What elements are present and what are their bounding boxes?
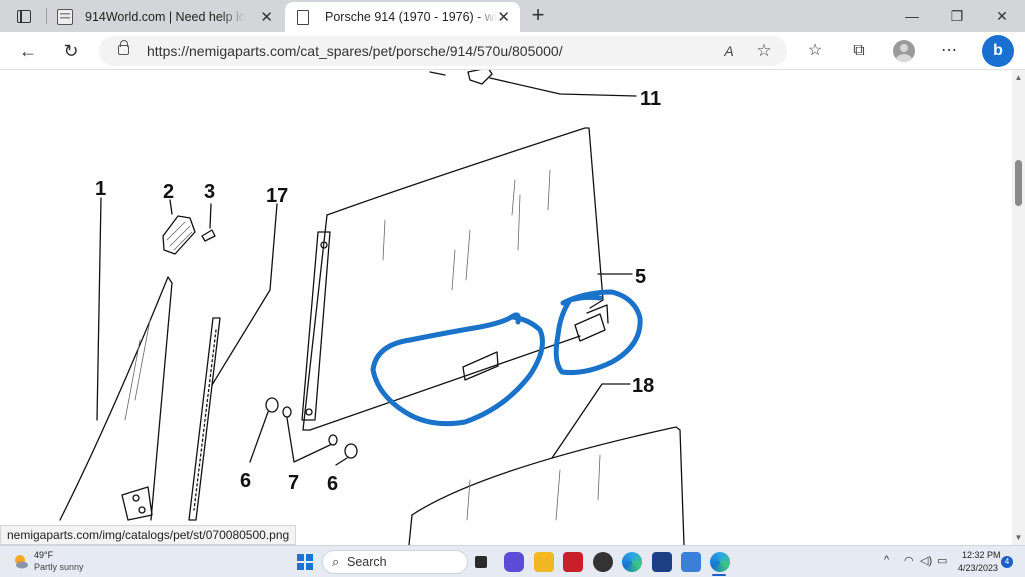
part-6-bushing [266,398,278,412]
part-6-bushing [345,444,357,458]
refresh-button[interactable]: ↻ [57,38,85,64]
tab-porsche-914[interactable]: Porsche 914 (1970 - 1976) - wind ✕ [285,2,520,32]
highlight-circle-bracket-left [373,315,542,424]
tab-actions-icon [17,10,31,23]
microsoft-store-icon[interactable] [652,552,672,572]
clock-date[interactable]: 4/23/2023 [958,563,998,573]
leader-line-17 [212,204,277,385]
bing-icon[interactable]: b [982,35,1014,67]
favorite-add-icon[interactable]: ☆ [754,41,774,61]
taskbar-search[interactable]: ⌕ Search [322,550,468,574]
part-1-vent-window [60,277,172,520]
part-label-18: 18 [632,375,654,397]
vent-bracket [122,487,152,520]
weather-temperature[interactable]: 49°F [34,550,53,560]
part-7-washer [283,407,291,417]
task-view-icon[interactable] [475,556,487,568]
site-favicon-icon [57,9,73,25]
dell-icon[interactable] [593,552,613,572]
scroll-up-icon[interactable]: ▲ [1014,73,1023,82]
profile-icon[interactable] [893,40,915,62]
tab-close-icon[interactable]: ✕ [260,8,273,26]
part-label-2: 2 [163,181,174,203]
part-label-1: 1 [95,178,106,200]
part-11-drawing [430,70,492,84]
minimize-button[interactable]: — [890,4,934,28]
tab-914world[interactable]: 914World.com | Need help locati ✕ [47,2,283,32]
new-tab-button[interactable]: + [527,4,549,28]
battery-icon[interactable]: ▭ [937,554,947,567]
mcafee-icon[interactable] [563,552,583,572]
leader-line-3 [210,204,211,228]
guide-rail [302,232,330,420]
part-label-5: 5 [635,266,646,288]
tab-close-icon[interactable]: ✕ [497,8,510,26]
clock-time[interactable]: 12:32 PM [962,550,1001,560]
favorites-icon[interactable]: ☆ [804,40,826,62]
part-7-washer [329,435,337,445]
chat-icon[interactable] [504,552,524,572]
windows-taskbar: 49°F Partly sunny ⌕ Search ^ ◠ ◁) ▭ 12:3… [0,545,1025,577]
part-3-screw [202,230,215,241]
tab-title: 914World.com | Need help locati [85,10,245,24]
wifi-icon[interactable]: ◠ [904,554,914,567]
url-text[interactable]: https://nemigaparts.com/cat_spares/pet/p… [147,43,563,59]
maximize-button[interactable]: ❐ [935,4,979,28]
leader-line-11 [490,78,636,96]
part-label-6: 6 [240,470,251,492]
collections-icon[interactable]: ⧉ [848,40,870,62]
windows-start-icon[interactable] [297,554,313,570]
edge-active-icon[interactable] [710,552,730,572]
leader-line-6-left [250,412,268,462]
photos-icon[interactable] [681,552,701,572]
part-label-6: 6 [327,473,338,495]
tray-overflow-icon[interactable]: ^ [884,554,889,566]
scroll-down-icon[interactable]: ▼ [1014,533,1023,542]
page-favicon-icon [297,10,309,25]
vertical-scrollbar[interactable]: ▲ ▼ [1012,70,1025,545]
leader-line-1 [97,198,101,420]
part-5-window-glass [327,128,603,308]
close-window-button[interactable]: ✕ [980,4,1024,28]
file-explorer-icon[interactable] [534,552,554,572]
part-label-3: 3 [204,181,215,203]
tab-title: Porsche 914 (1970 - 1976) - wind [325,10,497,24]
active-app-indicator [712,574,726,576]
volume-icon[interactable]: ◁) [920,554,932,567]
more-icon[interactable]: ⋯ [938,40,960,62]
leader-line-6-right [336,458,347,465]
parts-diagram-viewport: 11 1 2 3 17 5 18 6 7 6 [0,70,1012,545]
part-label-17: 17 [266,185,288,207]
part-18-window-glass [412,427,684,545]
search-icon: ⌕ [332,554,339,570]
read-aloud-icon[interactable]: A [719,41,739,61]
edge-icon[interactable] [622,552,642,572]
address-bar-row: ← ↻ https://nemigaparts.com/cat_spares/p… [0,32,1025,70]
notification-badge[interactable]: 4 [1001,556,1013,568]
address-bar[interactable]: https://nemigaparts.com/cat_spares/pet/p… [99,36,787,66]
tab-strip: 914World.com | Need help locati ✕ Porsch… [0,0,1025,32]
partly-sunny-icon[interactable] [12,553,29,570]
weather-description[interactable]: Partly sunny [34,562,84,572]
part-label-7: 7 [288,472,299,494]
lock-icon[interactable] [118,45,129,55]
scrollbar-thumb[interactable] [1015,160,1022,206]
part-label-11: 11 [640,88,661,110]
status-link-preview: nemigaparts.com/img/catalogs/pet/st/0700… [0,525,296,545]
glass-bracket-right [575,314,605,341]
highlight-circle-bracket-right [556,292,640,373]
part-2-bumper [163,216,195,254]
tab-actions-button[interactable] [8,4,40,28]
search-label: Search [347,555,387,569]
part-17-seal-strip [189,318,220,520]
back-button[interactable]: ← [14,38,42,64]
parts-diagram: 11 1 2 3 17 5 18 6 7 6 [0,70,1012,545]
